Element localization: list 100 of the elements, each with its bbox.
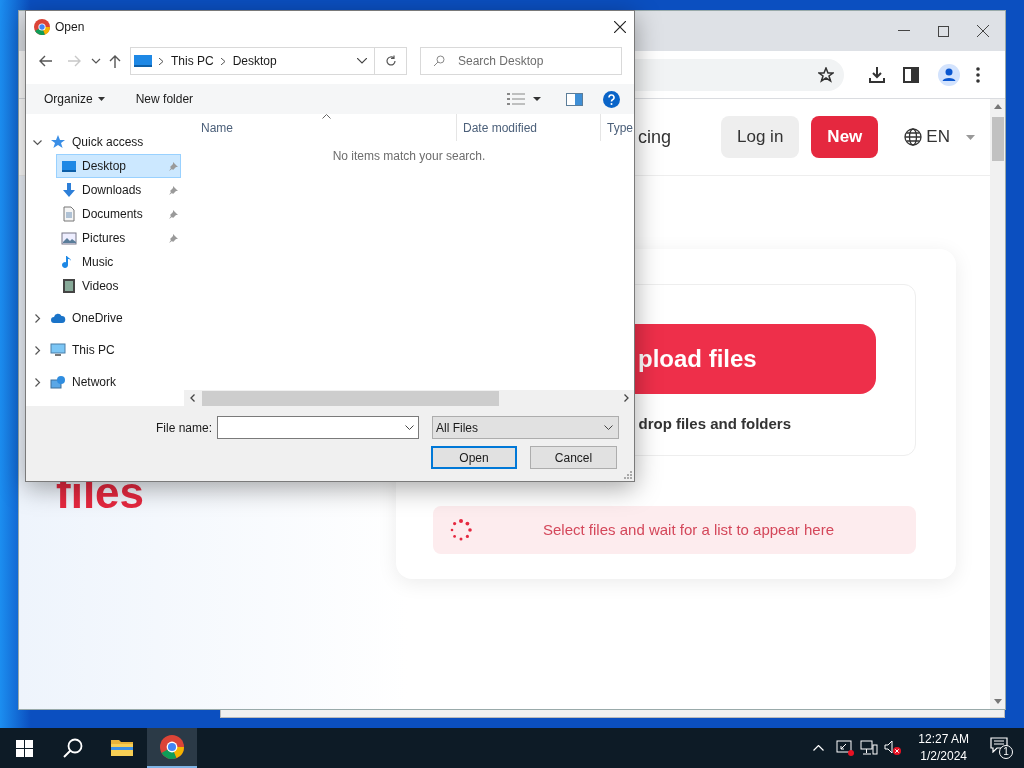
chrome-icon — [34, 18, 50, 35]
search-icon[interactable] — [63, 738, 83, 758]
resize-grip-icon[interactable] — [623, 470, 632, 479]
chrome-icon — [160, 735, 184, 759]
chevron-down-icon[interactable] — [33, 137, 42, 147]
up-arrow-icon[interactable] — [108, 54, 122, 68]
column-header[interactable]: Type — [607, 118, 633, 137]
view-options-icon[interactable] — [507, 93, 525, 105]
muted-speaker-icon[interactable] — [884, 740, 903, 756]
maximize-icon[interactable] — [938, 25, 949, 37]
tree-label: Videos — [82, 278, 119, 295]
file-name-field[interactable] — [217, 416, 420, 439]
breadcrumb-item[interactable]: Desktop — [232, 52, 277, 70]
profile-icon[interactable] — [938, 63, 960, 86]
tree-label: Documents — [82, 206, 143, 223]
tree-item[interactable]: Network — [26, 370, 184, 394]
tree-item[interactable]: OneDrive — [26, 306, 184, 330]
folder-icon — [111, 738, 133, 756]
search-input[interactable]: Search Desktop — [458, 52, 608, 70]
minimize-icon[interactable] — [898, 30, 910, 32]
dialog-button[interactable]: Open — [431, 446, 517, 469]
scroll-thumb[interactable] — [202, 390, 499, 406]
clock-time[interactable]: 12:27 AM — [918, 731, 969, 748]
tree-label: Pictures — [82, 230, 126, 247]
column-header[interactable]: Date modified — [463, 118, 538, 137]
refresh-button[interactable] — [375, 47, 407, 75]
star-icon[interactable] — [818, 66, 834, 83]
organize-button[interactable]: Organize — [44, 90, 105, 108]
chevron-right-icon[interactable] — [33, 377, 42, 387]
column-header[interactable]: Name — [201, 118, 233, 137]
tree-item[interactable]: Desktop — [56, 154, 181, 178]
scrollbar[interactable] — [990, 99, 1005, 709]
documents-icon — [61, 206, 77, 222]
tree-label: Downloads — [82, 182, 142, 199]
search-field[interactable]: Search Desktop — [420, 47, 622, 75]
tree-label: Quick access — [72, 134, 144, 151]
dialog-title: Open — [55, 18, 85, 36]
breadcrumb-item[interactable]: This PC — [171, 52, 214, 70]
caret-icon[interactable] — [533, 97, 541, 101]
tree-item[interactable]: Documents — [56, 202, 181, 226]
menu-icon[interactable] — [976, 66, 980, 83]
globe-icon[interactable] — [904, 128, 923, 146]
file-type-dropdown[interactable]: All Files — [432, 416, 620, 439]
tree-item[interactable]: Quick access — [26, 130, 184, 154]
tree-label: Music — [82, 254, 114, 271]
videos-icon — [61, 278, 77, 294]
dialog-button[interactable]: Cancel — [530, 446, 617, 469]
pin-icon[interactable] — [169, 209, 178, 219]
chevron-right-icon[interactable] — [33, 345, 42, 355]
clock-date[interactable]: 1/2/2024 — [920, 748, 967, 765]
notification-badge: 1 — [999, 745, 1013, 759]
status-message: Select files and wait for a list to appear here — [543, 519, 834, 540]
new-folder-button[interactable]: New folder — [135, 90, 194, 108]
address-bar[interactable]: This PC Desktop — [130, 47, 375, 75]
chevron-down-icon[interactable] — [405, 425, 415, 430]
close-icon[interactable] — [977, 25, 989, 37]
tree-label: This PC — [72, 342, 115, 359]
preview-pane-icon[interactable] — [566, 92, 583, 106]
scroll-right-icon[interactable] — [624, 394, 629, 402]
new-button[interactable]: New — [811, 116, 879, 158]
help-icon[interactable] — [603, 90, 620, 108]
tree-label: Network — [72, 374, 116, 391]
windows-start-icon[interactable] — [16, 739, 33, 757]
scroll-down-icon[interactable] — [993, 699, 1002, 704]
side-panel-icon[interactable] — [903, 66, 919, 83]
spinner-icon — [450, 519, 472, 541]
empty-message: No items match your search. — [332, 148, 486, 165]
refresh-icon — [384, 55, 397, 67]
taskbar-app[interactable] — [147, 728, 197, 768]
close-icon[interactable] — [614, 20, 626, 33]
network-icon — [50, 374, 66, 390]
tree-label: Desktop — [82, 158, 127, 175]
scroll-thumb[interactable] — [991, 117, 1004, 161]
chevron-right-icon[interactable] — [33, 313, 42, 323]
tree-item[interactable]: Videos — [56, 274, 181, 298]
notification-icon[interactable] — [990, 737, 1008, 753]
tree-item[interactable]: Music — [56, 250, 181, 274]
tree-item[interactable]: Downloads — [56, 178, 181, 202]
pin-icon[interactable] — [169, 185, 178, 195]
pc-icon — [50, 342, 66, 358]
horizontal-scrollbar[interactable] — [184, 390, 634, 406]
login-button[interactable]: Log in — [721, 116, 800, 158]
chevron-right-icon — [220, 57, 225, 65]
scroll-left-icon[interactable] — [190, 394, 195, 402]
scroll-up-icon[interactable] — [993, 104, 1002, 109]
alert-icon[interactable] — [836, 740, 855, 756]
language-selector[interactable]: EN — [926, 124, 950, 150]
chevron-down-icon — [604, 425, 614, 430]
pictures-icon — [61, 230, 77, 246]
download-icon[interactable] — [868, 65, 886, 84]
chevron-down-icon[interactable] — [357, 58, 367, 64]
chevron-up-icon[interactable] — [813, 745, 825, 751]
nav-link[interactable]: cing — [638, 123, 672, 151]
back-arrow-icon[interactable] — [38, 54, 52, 68]
network-icon[interactable] — [860, 740, 879, 756]
star-icon — [50, 134, 66, 150]
tree-item[interactable]: This PC — [26, 338, 184, 362]
tree-item[interactable]: Pictures — [56, 226, 181, 250]
pin-icon[interactable] — [169, 233, 178, 243]
file-name-label: File name: — [156, 419, 213, 437]
